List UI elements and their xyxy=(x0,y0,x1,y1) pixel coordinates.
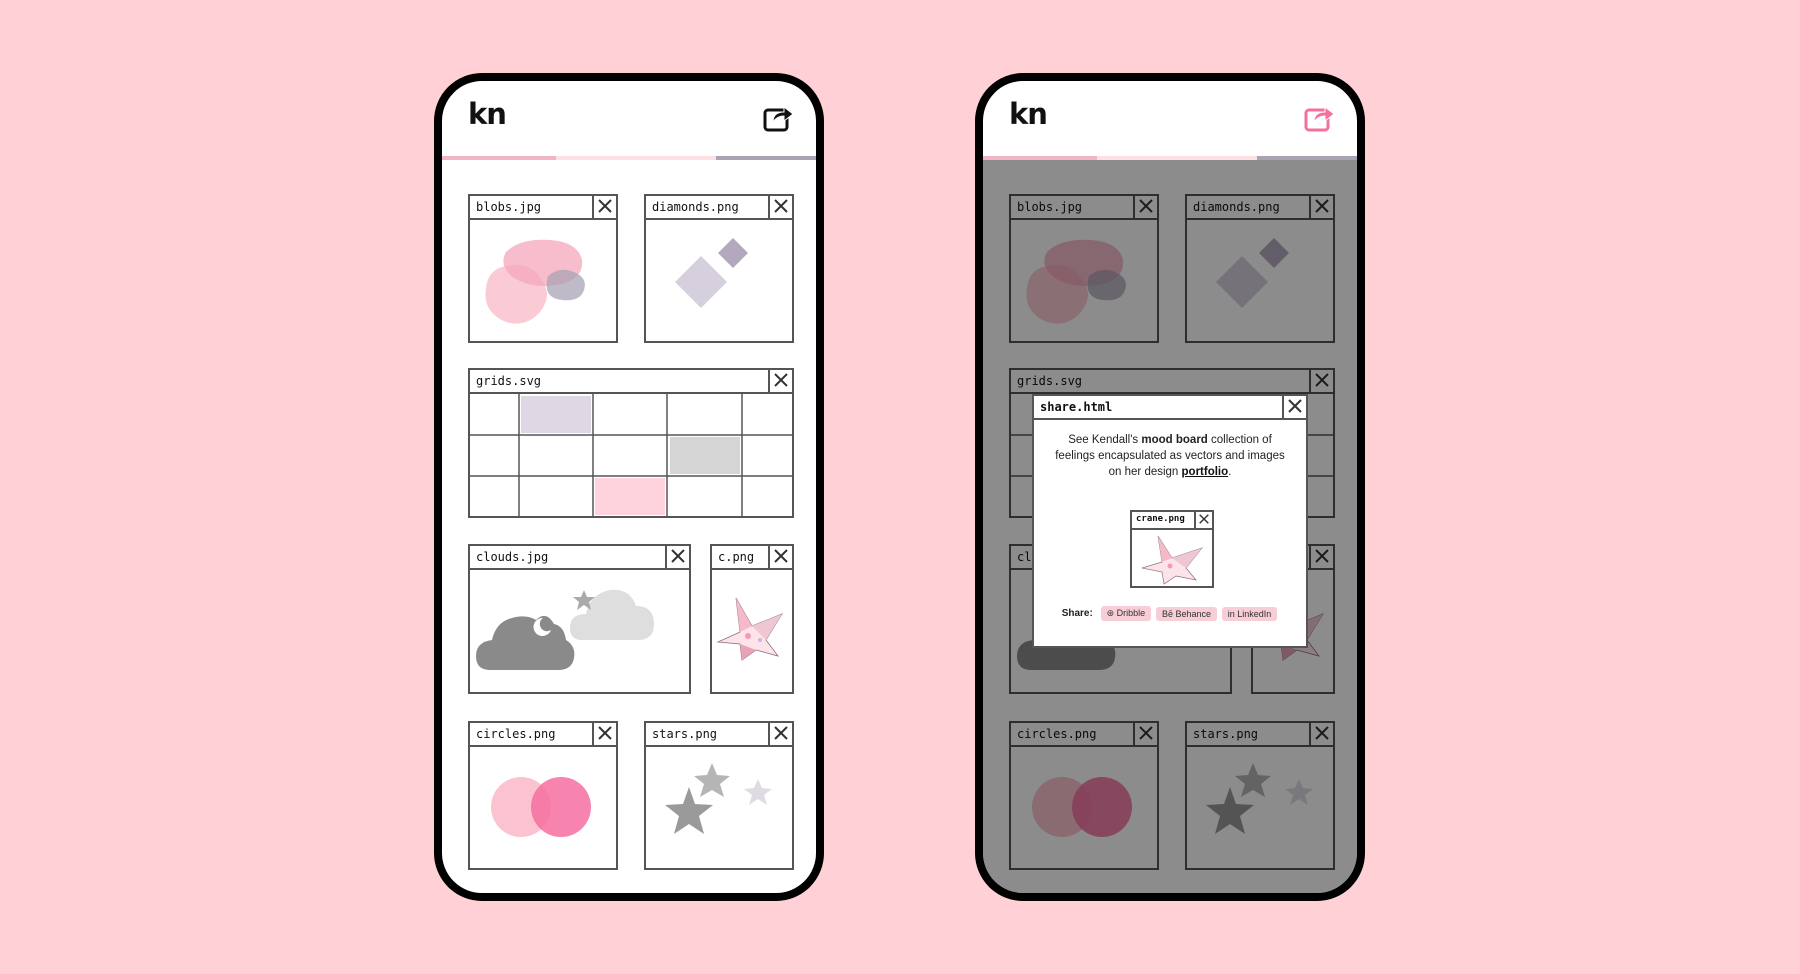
portfolio-link[interactable]: portfolio xyxy=(1182,466,1229,478)
window-clouds[interactable]: clouds.jpg xyxy=(468,544,691,694)
share-arrow-icon xyxy=(763,105,794,132)
blobs-image xyxy=(470,220,616,341)
crane-image xyxy=(712,570,792,692)
preview-close-button[interactable] xyxy=(1194,512,1212,528)
window-title: stars.png xyxy=(652,727,718,741)
share-arrow-icon xyxy=(1304,105,1335,132)
window-circles[interactable]: circles.png xyxy=(468,721,618,870)
window-blobs[interactable]: blobs.jpg xyxy=(468,194,618,343)
phone-share-view: kn blobs.jpg diamonds.png grids.svg circ… xyxy=(975,73,1365,901)
close-icon xyxy=(671,549,685,563)
window-titlebar[interactable]: share.html xyxy=(1034,396,1306,420)
window-titlebar[interactable]: grids.svg xyxy=(470,370,792,394)
close-icon xyxy=(774,549,788,563)
window-title: circles.png xyxy=(476,727,556,741)
dribbble-share-button[interactable]: ⊛ Dribble xyxy=(1100,606,1152,621)
share-button[interactable] xyxy=(762,101,796,135)
window-titlebar[interactable]: blobs.jpg xyxy=(470,196,616,220)
window-title: grids.svg xyxy=(476,374,542,388)
window-title: diamonds.png xyxy=(652,200,739,214)
behance-share-button[interactable]: Bē Behance xyxy=(1155,606,1217,621)
window-stars[interactable]: stars.png xyxy=(644,721,794,870)
share-modal-body: See Kendall's mood board collection of f… xyxy=(1034,420,1306,646)
close-button[interactable] xyxy=(768,546,792,568)
logo[interactable]: kn xyxy=(1009,97,1048,131)
window-titlebar[interactable]: c.png xyxy=(712,546,792,570)
app-header: kn xyxy=(442,81,816,161)
share-links-row: Share: ⊛ Dribble Bē Behance in LinkedIn xyxy=(1034,606,1306,621)
window-diamonds[interactable]: diamonds.png xyxy=(644,194,794,343)
window-titlebar[interactable]: clouds.jpg xyxy=(470,546,689,570)
progress-bar xyxy=(442,156,816,160)
preview-title: crane.png xyxy=(1136,514,1185,524)
share-button-active[interactable] xyxy=(1303,101,1337,135)
clouds-image xyxy=(470,570,689,692)
app-header: kn xyxy=(983,81,1357,161)
close-icon xyxy=(774,199,788,213)
crane-preview-image xyxy=(1132,530,1212,586)
close-button[interactable] xyxy=(768,370,792,392)
close-icon xyxy=(774,726,788,740)
share-description: See Kendall's mood board collection of f… xyxy=(1055,434,1285,478)
close-button[interactable] xyxy=(592,196,616,218)
close-button[interactable] xyxy=(1282,396,1306,418)
window-crane[interactable]: c.png xyxy=(710,544,794,694)
grids-image xyxy=(470,394,792,516)
share-modal: share.html See Kendall's mood board coll… xyxy=(1032,394,1308,648)
crane-preview-window: crane.png xyxy=(1130,510,1214,588)
diamonds-image xyxy=(646,220,792,341)
share-label: Share: xyxy=(1061,608,1093,619)
phone-default-view: kn blobs.jpg diamonds.png grids.svg clou… xyxy=(434,73,824,901)
close-icon xyxy=(598,199,612,213)
window-grids[interactable]: grids.svg xyxy=(468,368,794,518)
window-title: clouds.jpg xyxy=(476,550,549,564)
circles-image xyxy=(470,747,616,868)
close-icon xyxy=(598,726,612,740)
linkedin-share-button[interactable]: in LinkedIn xyxy=(1221,606,1278,621)
close-button[interactable] xyxy=(768,196,792,218)
window-title: blobs.jpg xyxy=(476,200,542,214)
window-title: c.png xyxy=(718,550,755,564)
window-titlebar[interactable]: circles.png xyxy=(470,723,616,747)
window-titlebar[interactable]: diamonds.png xyxy=(646,196,792,220)
close-button[interactable] xyxy=(768,723,792,745)
close-icon xyxy=(774,373,788,387)
window-title: share.html xyxy=(1040,400,1113,414)
preview-titlebar: crane.png xyxy=(1132,512,1212,530)
window-titlebar[interactable]: stars.png xyxy=(646,723,792,747)
close-icon xyxy=(1199,514,1209,524)
close-button[interactable] xyxy=(592,723,616,745)
close-button[interactable] xyxy=(665,546,689,568)
stars-image xyxy=(646,747,792,868)
close-icon xyxy=(1288,399,1302,413)
logo[interactable]: kn xyxy=(468,97,507,131)
